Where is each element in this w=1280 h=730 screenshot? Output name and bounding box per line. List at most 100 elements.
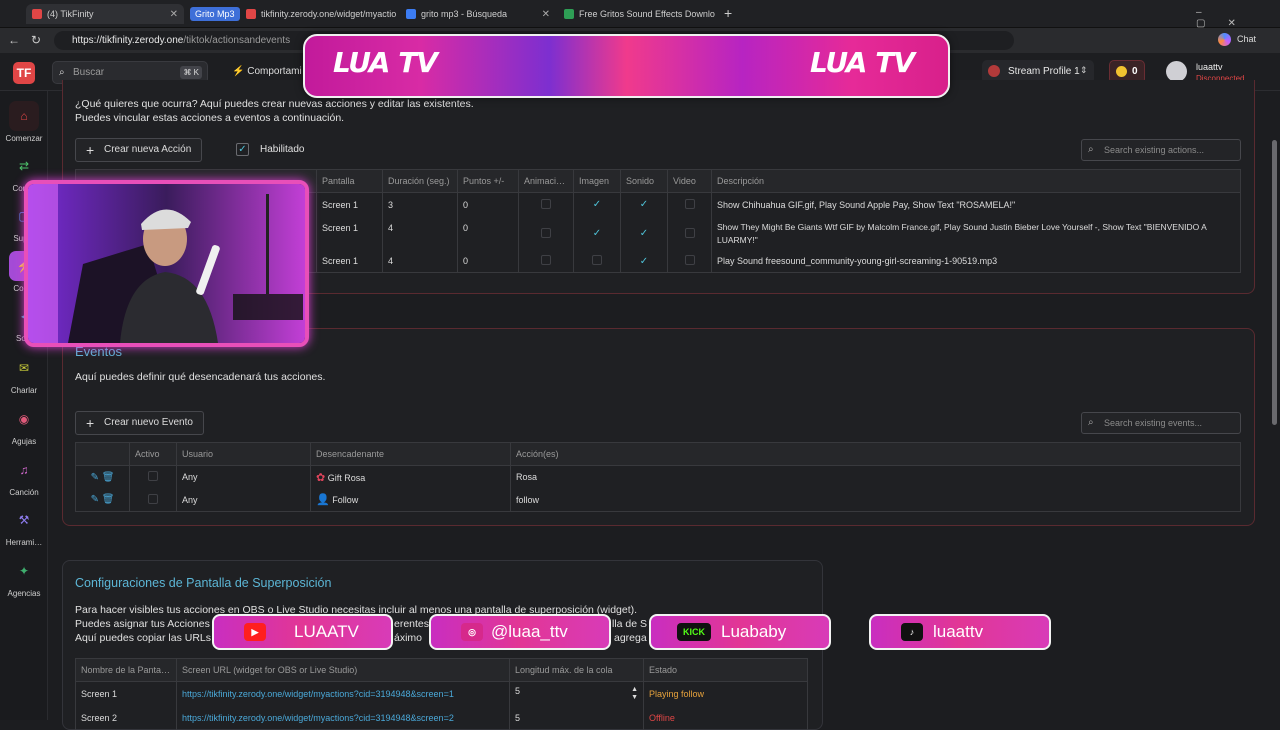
cell-screen-name: Screen 1 — [75, 681, 177, 706]
column-header[interactable]: Video — [667, 169, 712, 193]
active-checkbox[interactable] — [148, 493, 158, 504]
screen-url-link[interactable]: https://tikfinity.zerody.one/widget/myac… — [176, 705, 510, 730]
settings-icon: ⇄ — [18, 159, 30, 173]
column-header[interactable]: Activo — [129, 442, 177, 466]
tab-widget[interactable]: tikfinity.zerody.one/widget/myactio ✕ — [240, 4, 396, 24]
copilot-icon[interactable] — [1218, 33, 1231, 46]
tab-tikfinity[interactable]: (4) TikFinity ✕ — [26, 4, 184, 24]
sidebar-item-herramientas[interactable]: ⚒ Herrami… — [0, 505, 48, 547]
button-label: Crear nueva Acción — [104, 144, 192, 155]
shortcut-badge: ⌘ K — [180, 66, 202, 79]
sidebar-item-comenzar[interactable]: ⌂ Comenzar — [0, 101, 48, 143]
cell-queue-length[interactable]: 5 ▲ ▼ — [509, 681, 644, 706]
youtube-social-tag: ▶ LUAATV — [212, 614, 393, 650]
cell-points: 0 — [457, 192, 519, 217]
edit-icon[interactable]: ✎ — [91, 472, 99, 483]
enabled-checkbox[interactable]: ✓ — [236, 143, 249, 156]
social-handle: @luaa_ttv — [491, 622, 568, 641]
coins-count: 0 — [1132, 66, 1138, 77]
table-row[interactable]: ✎ 🗑 Any 👤 Follow follow — [75, 488, 1241, 512]
webcam-overlay — [24, 180, 309, 347]
url-path: /tiktok/actionsandevents — [183, 35, 291, 46]
song-icon: ♫ — [19, 463, 29, 477]
nav-behavior[interactable]: ⚡ Comportami — [232, 66, 302, 77]
banner-text-left: LUA TV — [333, 46, 438, 79]
column-header[interactable]: Acción(es) — [510, 442, 1241, 466]
column-header[interactable]: Descripción — [711, 169, 1241, 193]
screen-url-link[interactable]: https://tikfinity.zerody.one/widget/myac… — [176, 681, 510, 706]
kick-icon: KICK — [677, 623, 711, 641]
cell-points: 0 — [457, 250, 519, 273]
tikfinity-logo[interactable]: TF — [13, 62, 35, 84]
column-header[interactable]: Puntos +/- — [457, 169, 519, 193]
table-row[interactable]: Screen 1 https://tikfinity.zerody.one/wi… — [75, 681, 808, 706]
stepper-icon[interactable]: ▲ ▼ — [631, 686, 638, 702]
sidebar-item-label: Canción — [9, 488, 39, 497]
delete-icon[interactable]: 🗑 — [102, 472, 115, 483]
sidebar-item-agencias[interactable]: ✦ Agencias — [0, 556, 48, 598]
overlay-help-text: lla de S — [612, 618, 648, 630]
window-controls[interactable]: –▢✕ — [1196, 7, 1280, 29]
column-header[interactable]: Sonido — [620, 169, 668, 193]
tab-group-pill[interactable]: Grito Mp3 — [190, 7, 240, 21]
active-checkbox[interactable] — [148, 471, 158, 482]
create-action-button[interactable]: + Crear nueva Acción — [75, 138, 203, 162]
gauge-icon: ◉ — [18, 412, 30, 426]
tab-label: grito mp3 - Búsqueda — [421, 9, 508, 19]
column-header[interactable]: Animaci… — [518, 169, 574, 193]
sound-check-icon: ✓ — [639, 228, 649, 239]
column-header[interactable]: Nombre de la Panta… — [75, 658, 177, 682]
trigger-label: Gift Rosa — [327, 472, 366, 483]
sidebar-item-cancion[interactable]: ♫ Canción — [0, 455, 48, 497]
webcam-figure — [28, 184, 305, 343]
plus-icon: + — [86, 142, 95, 158]
tab-search[interactable]: grito mp3 - Búsqueda ✕ — [400, 4, 556, 24]
instagram-social-tag: ◎ @luaa_ttv — [429, 614, 611, 650]
column-header[interactable]: Usuario — [176, 442, 311, 466]
tab-sounds[interactable]: Free Gritos Sound Effects Downlo ✕ — [558, 4, 716, 24]
page-scrollbar[interactable] — [1272, 140, 1277, 425]
close-icon[interactable]: ✕ — [170, 9, 178, 20]
sidebar-item-charlar[interactable]: ✉ Charlar — [0, 353, 48, 395]
search-favicon-icon — [406, 9, 416, 19]
table-row[interactable]: ✎ 🗑 Any ✿ Gift Rosa Rosa — [75, 465, 1241, 489]
banner-text-right: LUA TV — [810, 46, 915, 79]
close-icon[interactable]: ✕ — [542, 9, 550, 20]
animation-checkbox — [541, 198, 551, 209]
delete-icon[interactable]: 🗑 — [102, 494, 115, 505]
actions-search-input[interactable]: ⌕ Search existing actions... — [1081, 139, 1241, 161]
cell-action: follow — [510, 488, 1241, 512]
back-icon[interactable]: ← — [8, 33, 20, 47]
events-intro-text: Aquí puedes definir qué desencadenará tu… — [75, 371, 326, 383]
reload-icon[interactable]: ↻ — [31, 33, 41, 47]
follow-user-icon: 👤 — [316, 494, 330, 507]
column-header[interactable]: Desencadenante — [310, 442, 511, 466]
column-header[interactable]: Screen URL (widget for OBS or Live Studi… — [176, 658, 510, 682]
edit-icon[interactable]: ✎ — [91, 494, 99, 505]
chat-button[interactable]: Chat — [1237, 34, 1256, 44]
instagram-icon: ◎ — [461, 623, 483, 641]
events-table: Activo Usuario Desencadenante Acción(es)… — [75, 442, 1241, 512]
home-icon: ⌂ — [9, 101, 39, 131]
button-label: Crear nuevo Evento — [104, 417, 193, 428]
tiktok-social-tag: ♪ luaattv — [869, 614, 1051, 650]
cell-trigger: ✿ Gift Rosa — [310, 465, 511, 489]
column-header[interactable]: Duración (seg.) — [382, 169, 458, 193]
coin-icon — [1116, 66, 1127, 77]
table-row[interactable]: Screen 2 https://tikfinity.zerody.one/wi… — [75, 705, 808, 730]
column-header[interactable]: Imagen — [573, 169, 621, 193]
kick-social-tag: KICK Luababy — [649, 614, 831, 650]
overlay-help-text: agrega — [614, 632, 647, 644]
column-header[interactable]: Pantalla — [316, 169, 383, 193]
sidebar-item-agujas[interactable]: ◉ Agujas — [0, 404, 48, 446]
cell-user: Any — [176, 465, 311, 489]
social-handle: luaattv — [933, 622, 984, 641]
column-header[interactable]: Longitud máx. de la cola — [509, 658, 644, 682]
avatar[interactable] — [1166, 61, 1187, 82]
create-event-button[interactable]: + Crear nuevo Evento — [75, 411, 204, 435]
sidebar-item-label: Charlar — [10, 386, 38, 395]
column-header[interactable]: Estado — [643, 658, 808, 682]
new-tab-button[interactable]: + — [724, 5, 732, 21]
events-search-input[interactable]: ⌕ Search existing events... — [1081, 412, 1241, 434]
cell-queue-length[interactable]: 5 — [509, 705, 644, 730]
